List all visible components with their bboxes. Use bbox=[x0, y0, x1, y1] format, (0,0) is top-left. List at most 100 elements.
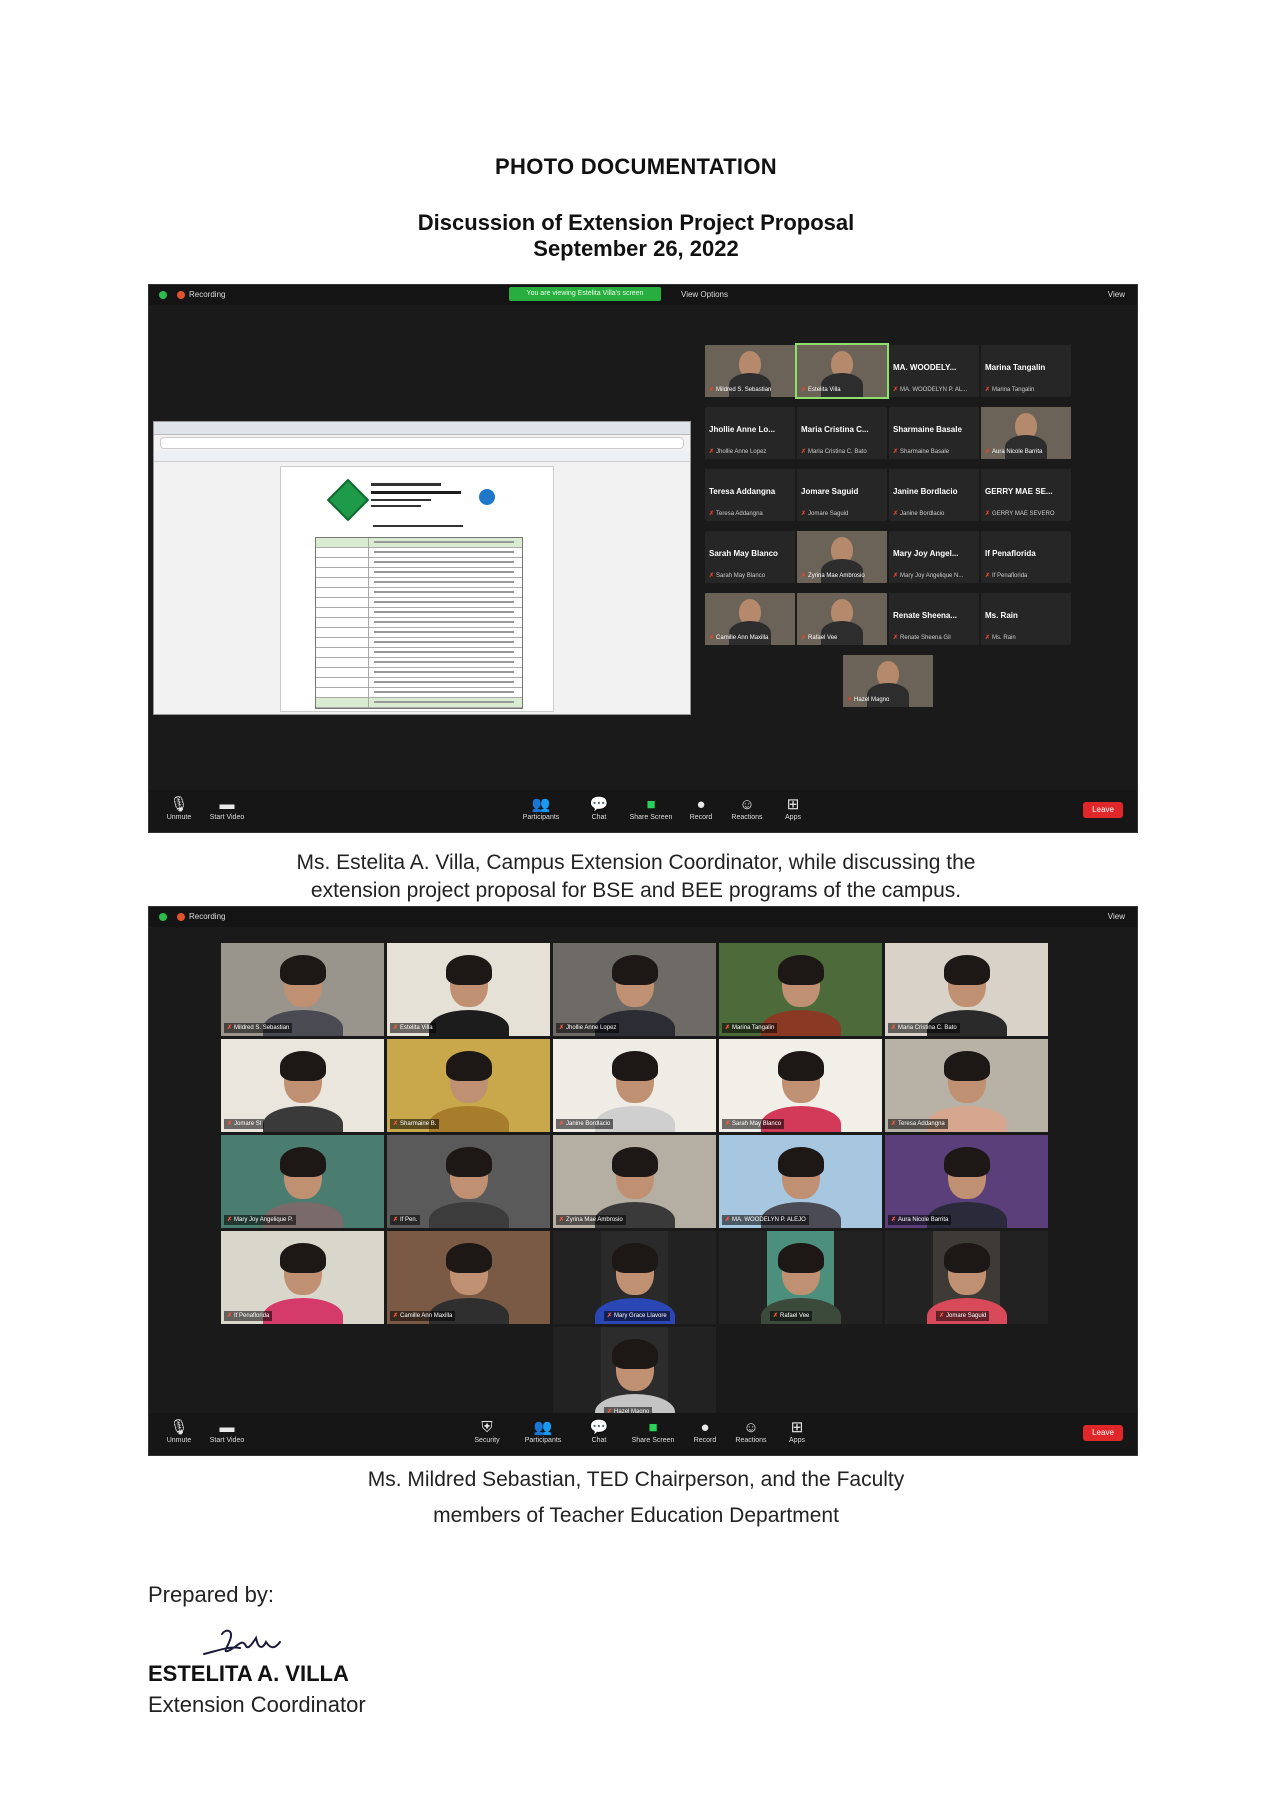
gallery-video-tile[interactable]: ✗ Teresa Addangna bbox=[885, 1039, 1048, 1132]
gallery-video-tile[interactable]: ✗ Janine Bordlacio bbox=[553, 1039, 716, 1132]
gallery-video-tile[interactable]: ✗ If Penaflorida bbox=[221, 1231, 384, 1324]
screen-share-banner[interactable]: You are viewing Estelita Villa's screen bbox=[509, 287, 661, 301]
participant-name-label: ✗ Mary Joy Angelique N... bbox=[893, 572, 977, 579]
recording-label: Recording bbox=[189, 912, 226, 921]
participant-tile[interactable]: ✗ Hazel Magno bbox=[843, 655, 933, 707]
participant-tile[interactable]: GERRY MAE SE... ✗ GERRY MAE SEVERO bbox=[981, 469, 1071, 521]
participant-display-name: Janine Bordlacio bbox=[893, 487, 958, 496]
gallery-video-tile[interactable]: ✗ Rafael Vee bbox=[719, 1231, 882, 1324]
gallery-video-tile[interactable]: ✗ Estelita Villa bbox=[387, 943, 550, 1036]
unmute-button[interactable]: 🎙 Unmute bbox=[157, 796, 201, 821]
gallery-video-tile[interactable]: ✗ Camille Ann Maxilla bbox=[387, 1231, 550, 1324]
participant-name-text: If Pen. bbox=[400, 1217, 418, 1223]
chat-label: Chat bbox=[591, 1437, 607, 1444]
gallery-video-tile[interactable]: ✗ If Pen. bbox=[387, 1135, 550, 1228]
participant-tile[interactable]: Sarah May Blanco ✗ Sarah May Blanco bbox=[705, 531, 795, 583]
participant-tile[interactable]: ✗ Estelita Villa bbox=[795, 343, 889, 399]
unmute-button[interactable]: 🎙 Unmute bbox=[157, 1419, 201, 1444]
gallery-video-tile[interactable]: ✗ Mary Joy Angelique P. bbox=[221, 1135, 384, 1228]
participant-name-text: Rafael Vee bbox=[780, 1313, 810, 1319]
gallery-video-tile[interactable]: ✗ Maria Cristina C. Bato bbox=[885, 943, 1048, 1036]
view-button[interactable]: View bbox=[1108, 290, 1125, 299]
participant-tile[interactable]: Maria Cristina C... ✗ Maria Cristina C. Ba… bbox=[797, 407, 887, 459]
muted-mic-icon: ✗ bbox=[709, 449, 715, 455]
reactions-button[interactable]: ☺ Reactions bbox=[729, 1419, 773, 1444]
participant-tile[interactable]: Sharmaine Basale ✗ Sharmaine Basale bbox=[889, 407, 979, 459]
gallery-video-tile[interactable]: ✗ Jomare SI bbox=[221, 1039, 384, 1132]
muted-mic-icon: ✗ bbox=[709, 511, 715, 517]
muted-mic-icon: ✗ bbox=[893, 635, 899, 641]
gallery-video-tile[interactable]: ✗ Aura Nicole Barrita bbox=[885, 1135, 1048, 1228]
muted-mic-icon: ✗ bbox=[227, 1121, 233, 1127]
view-button[interactable]: View bbox=[1108, 912, 1125, 921]
gallery-video-tile[interactable]: ✗ Mary Grace Llavore bbox=[553, 1231, 716, 1324]
participant-name-label: ✗ MA. WOODELYN P. AL... bbox=[893, 386, 977, 393]
share-screen-icon: ■ bbox=[646, 796, 656, 813]
gallery-video-tile[interactable]: ✗ Hazel Magno bbox=[553, 1327, 716, 1420]
participant-name-label: ✗ If Pen. bbox=[390, 1215, 421, 1225]
table-row bbox=[316, 558, 522, 568]
page-title: PHOTO DOCUMENTATION bbox=[495, 154, 777, 179]
share-screen-button[interactable]: ■ Share Screen bbox=[629, 796, 673, 821]
record-button[interactable]: ● Record bbox=[683, 1419, 727, 1444]
participant-name-text: Zyrina Mae Ambrosio bbox=[566, 1217, 623, 1223]
chat-button[interactable]: 💬 Chat bbox=[577, 796, 621, 821]
doc-header-line bbox=[371, 499, 431, 501]
reactions-label: Reactions bbox=[731, 814, 763, 821]
gallery-video-tile[interactable]: ✗ Jhollie Anne Lopez bbox=[553, 943, 716, 1036]
reactions-button[interactable]: ☺ Reactions bbox=[725, 796, 769, 821]
participant-face bbox=[445, 955, 492, 1007]
participant-name-text: Zyrina Mae Ambrosio bbox=[808, 573, 865, 579]
leave-meeting-button[interactable]: Leave bbox=[1083, 802, 1123, 818]
apps-button[interactable]: ⊞ Apps bbox=[775, 1419, 819, 1444]
leave-meeting-button[interactable]: Leave bbox=[1083, 1425, 1123, 1441]
gallery-video-tile[interactable]: ✗ MA. WOODELYN P. ALEJO bbox=[719, 1135, 882, 1228]
participants-button[interactable]: 👥 Participants bbox=[521, 1419, 565, 1444]
participant-display-name: Sharmaine Basale bbox=[893, 425, 962, 434]
participant-name-text: Mildred S. Sebastian bbox=[234, 1025, 290, 1031]
gallery-video-tile[interactable]: ✗ Marina Tangalin bbox=[719, 943, 882, 1036]
participant-tile[interactable]: Ms. Rain ✗ Ms. Rain bbox=[981, 593, 1071, 645]
participant-name-text: Camille Ann Maxilla bbox=[400, 1313, 453, 1319]
participant-tile[interactable]: ✗ Rafael Vee bbox=[797, 593, 887, 645]
participant-tile[interactable]: Mary Joy Angel... ✗ Mary Joy Angelique N..… bbox=[889, 531, 979, 583]
video-camera-icon: ▬ bbox=[219, 796, 235, 813]
start-video-button[interactable]: ▬ Start Video bbox=[205, 1419, 249, 1444]
participant-tile[interactable]: Renate Sheena... ✗ Renate Sheena Gil bbox=[889, 593, 979, 645]
participant-name-text: Mary Joy Angelique N... bbox=[900, 573, 964, 579]
security-button[interactable]: ⛨ Security bbox=[465, 1419, 509, 1444]
record-button[interactable]: ● Record bbox=[679, 796, 723, 821]
participant-tile[interactable]: ✗ Mildred S. Sebastian bbox=[705, 345, 795, 397]
start-video-button[interactable]: ▬ Start Video bbox=[205, 796, 249, 821]
reactions-icon: ☺ bbox=[743, 1419, 759, 1436]
view-options-button[interactable]: View Options bbox=[681, 290, 728, 299]
gallery-video-tile[interactable]: ✗ Zyrina Mae Ambrosio bbox=[553, 1135, 716, 1228]
muted-mic-icon: ✗ bbox=[607, 1313, 613, 1319]
participant-name-text: Janine Bordlacio bbox=[566, 1121, 611, 1127]
apps-button[interactable]: ⊞ Apps bbox=[771, 796, 815, 821]
participant-tile[interactable]: MA. WOODELY... ✗ MA. WOODELYN P. AL... bbox=[889, 345, 979, 397]
participant-tile[interactable]: ✗ Zyrina Mae Ambrosio bbox=[797, 531, 887, 583]
participant-tile[interactable]: Janine Bordlacio ✗ Janine Bordlacio bbox=[889, 469, 979, 521]
start-video-label: Start Video bbox=[209, 1437, 245, 1444]
muted-mic-icon: ✗ bbox=[709, 387, 715, 393]
gallery-video-tile[interactable]: ✗ Jomare Saguid bbox=[885, 1231, 1048, 1324]
participant-tile[interactable]: Jomare Saguid ✗ Jomare Saguid bbox=[797, 469, 887, 521]
participant-display-name: Maria Cristina C... bbox=[801, 425, 869, 434]
participant-tile[interactable]: Jhollie Anne Lo... ✗ Jhollie Anne Lopez bbox=[705, 407, 795, 459]
gallery-video-tile[interactable]: ✗ Sarah May Blanco bbox=[719, 1039, 882, 1132]
chat-icon: 💬 bbox=[589, 796, 609, 813]
participant-tile[interactable]: ✗ Camille Ann Maxilla bbox=[705, 593, 795, 645]
participant-tile[interactable]: ✗ Aura Nicole Barrita bbox=[981, 407, 1071, 459]
participant-tile[interactable]: Marina Tangalin ✗ Marina Tangalin bbox=[981, 345, 1071, 397]
participant-name-label: ✗ Jomare Saguid bbox=[801, 510, 885, 517]
participants-button[interactable]: 👥 Participants bbox=[519, 796, 563, 821]
share-screen-button[interactable]: ■ Share Screen bbox=[631, 1419, 675, 1444]
table-row bbox=[316, 648, 522, 658]
participant-tile[interactable]: If Penaflorida ✗ If Penaflorida bbox=[981, 531, 1071, 583]
participant-face bbox=[943, 955, 990, 1007]
chat-button[interactable]: 💬 Chat bbox=[577, 1419, 621, 1444]
participant-tile[interactable]: Teresa Addangna ✗ Teresa Addangna bbox=[705, 469, 795, 521]
gallery-video-tile[interactable]: ✗ Sharmaine B. bbox=[387, 1039, 550, 1132]
gallery-video-tile[interactable]: ✗ Mildred S. Sebastian bbox=[221, 943, 384, 1036]
